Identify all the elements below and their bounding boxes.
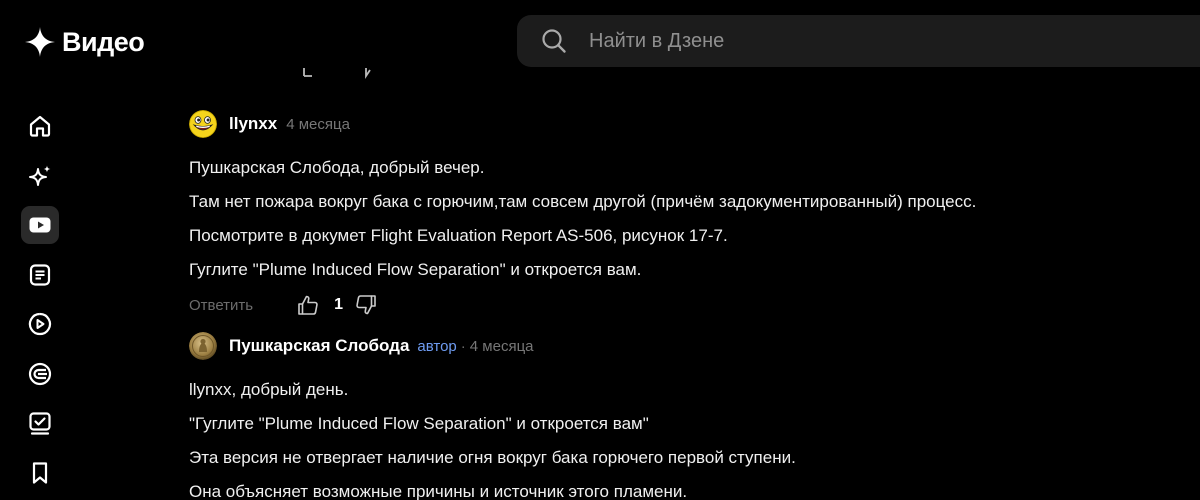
logo-text: Видео: [62, 26, 145, 57]
comment-line: Пушкарская Слобода, добрый вечер.: [189, 158, 485, 177]
article-icon: [29, 264, 51, 286]
thumbs-up-icon: [298, 295, 318, 315]
shorts-icon: [28, 312, 52, 336]
video-play-icon: [29, 217, 51, 233]
sidebar-item-articles[interactable]: [21, 256, 59, 294]
like-button[interactable]: [297, 294, 319, 316]
comment-time: 4 месяца: [469, 337, 534, 355]
checklist-icon: [29, 412, 51, 435]
comment-body: llynxx, добрый день. "Гуглите "Plume Ind…: [189, 373, 1169, 500]
sidebar-item-recommendations[interactable]: [21, 157, 59, 195]
logo[interactable]: Видео: [24, 24, 145, 60]
comment-time: 4 месяца: [286, 115, 350, 133]
avatar[interactable]: [189, 332, 217, 360]
comment-line: Там нет пожара вокруг бака с горючим,там…: [189, 192, 977, 211]
comment-line: Посмотрите в докумет Flight Evaluation R…: [189, 226, 728, 245]
home-icon: [29, 115, 51, 137]
author-badge: автор: [417, 337, 457, 355]
search-icon: [542, 29, 566, 53]
sidebar-item-channels[interactable]: [21, 355, 59, 393]
previous-comment-actions: [290, 68, 380, 88]
avatar[interactable]: [189, 110, 217, 138]
channels-icon: [28, 362, 52, 386]
comment: llynxx 4 месяца Пушкарская Слобода, добр…: [189, 109, 1169, 320]
comment-line: Она объясняет возможные причины и источн…: [189, 482, 688, 500]
sidebar-item-shorts[interactable]: [21, 305, 59, 343]
sidebar-item-tasks[interactable]: [21, 404, 59, 442]
comment-line: Эта версия не отвергает наличие огня вок…: [189, 448, 796, 467]
comment-author[interactable]: llynxx: [229, 114, 277, 134]
thumbs-down-icon: [356, 295, 376, 315]
comment-author[interactable]: Пушкарская Слобода: [229, 336, 409, 356]
dislike-button[interactable]: [355, 294, 377, 316]
like-count: 1: [334, 296, 344, 313]
sparkle-icon: [29, 165, 51, 186]
zen-star-icon: [25, 27, 55, 57]
sidebar-item-saved[interactable]: [21, 454, 59, 492]
sidebar-item-home[interactable]: [21, 107, 59, 145]
reply-button[interactable]: Ответить: [189, 297, 253, 314]
search-input[interactable]: [589, 29, 1089, 53]
comment-line: Гуглите "Plume Induced Flow Separation" …: [189, 260, 642, 279]
awesome-face-avatar-icon: [189, 110, 217, 138]
comment-actions: Ответить 1: [189, 290, 1169, 320]
sidebar-item-video[interactable]: [21, 206, 59, 244]
meta-separator: ·: [460, 337, 466, 355]
like-dislike-icons: [303, 68, 371, 79]
coin-avatar-icon: [189, 332, 217, 360]
comment-body: Пушкарская Слобода, добрый вечер. Там не…: [189, 151, 1169, 287]
comment-line: "Гуглите "Plume Induced Flow Separation"…: [189, 414, 649, 433]
bookmark-icon: [32, 462, 48, 484]
search-bar[interactable]: [517, 15, 1200, 67]
comment-header: llynxx 4 месяца: [189, 109, 1169, 139]
comment-header: Пушкарская Слобода автор · 4 месяца: [189, 331, 1169, 361]
comment: Пушкарская Слобода автор · 4 месяца llyn…: [189, 331, 1169, 500]
comment-line: llynxx, добрый день.: [189, 380, 349, 399]
